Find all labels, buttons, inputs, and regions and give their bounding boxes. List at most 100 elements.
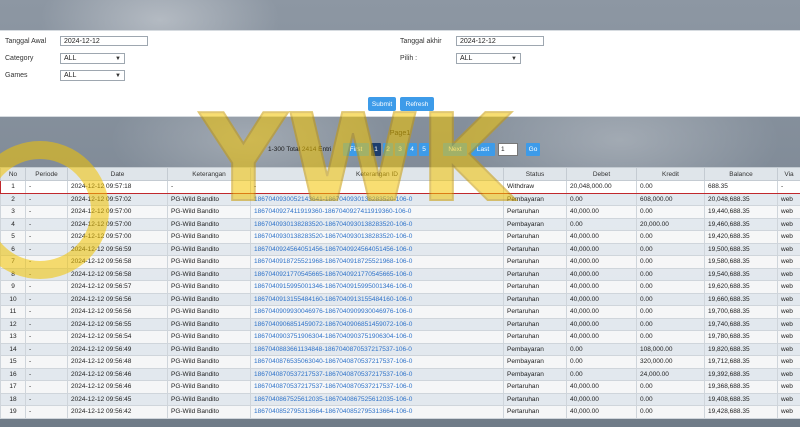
cell-keterangan-id[interactable]: 1867040924564051456-1867040924564051456-… [250,242,504,256]
cell-keterangan-id[interactable]: 1867040867525612035-1867040867525612035-… [250,392,504,406]
cell-keterangan: PG-Wild Bandito [167,205,251,219]
cell-kredit: 0.00 [636,280,705,294]
table-row[interactable]: 19-2024-12-12 09:56:42 PG-Wild Bandito 186… [0,405,800,419]
header-keterangan[interactable]: Keterangan [167,167,251,181]
cell-via: web [777,217,800,231]
cell-periode: - [25,217,68,231]
cell-keterangan-id[interactable]: 1867040915995001346-1867040915995001346-… [250,280,504,294]
table-row[interactable]: 5-2024-12-12 09:57:00 PG-Wild Bandito 1867… [0,230,800,244]
header-date[interactable]: Date [67,167,168,181]
first-page-button[interactable]: First [343,143,369,156]
page-number-input[interactable]: 1 [498,143,518,156]
table-row[interactable]: 18-2024-12-12 09:56:45 PG-Wild Bandito 186… [0,392,800,406]
chevron-down-icon: ▼ [511,56,517,62]
cell-kredit: 20,000.00 [636,217,705,231]
table-row[interactable]: 11-2024-12-12 09:56:56 PG-Wild Bandito 186… [0,305,800,319]
header-keterangan-id[interactable]: Keterangan ID [250,167,504,181]
cell-keterangan-id[interactable]: 1867040930138283520-1867040930138283520-… [250,230,504,244]
cell-date: 2024-12-12 09:57:18 [67,180,168,194]
cell-status: Pertaruhan [503,267,567,281]
filter-panel: Tanggal Awal 2024-12-12 Tanggal akhir 20… [0,30,800,117]
entries-info: 1-300 Total 2414 Entri [268,146,332,153]
table-row[interactable]: 17-2024-12-12 09:56:46 PG-Wild Bandito 186… [0,380,800,394]
header-periode[interactable]: Periode [25,167,68,181]
header-no[interactable]: No [0,167,26,181]
cell-debet: 40,000.00 [566,267,637,281]
cell-keterangan-id[interactable]: 1867040903751906304-1867040903751906304-… [250,330,504,344]
cell-periode: - [25,230,68,244]
page-button-1[interactable]: 1 [371,143,381,156]
tanggal-awal-label: Tanggal Awal [5,38,47,45]
cell-periode: - [25,242,68,256]
table-row[interactable]: 16-2024-12-12 09:56:46 PG-Wild Bandito 186… [0,367,800,381]
cell-via: web [777,330,800,344]
cell-keterangan-id[interactable]: 1867040906851459072-1867040906851459072-… [250,317,504,331]
category-selected-value: ALL [64,55,77,62]
next-page-button[interactable]: Next [443,143,467,156]
games-select[interactable]: ALL ▼ [60,70,125,81]
page-button-3[interactable]: 3 [395,143,405,156]
cell-no: 6 [0,242,26,256]
table-row[interactable]: 10-2024-12-12 09:56:56 PG-Wild Bandito 186… [0,292,800,306]
cell-no: 11 [0,305,26,319]
table-row[interactable]: 8-2024-12-12 09:56:58 PG-Wild Bandito 1867… [0,267,800,281]
cell-balance: 19,408,688.35 [704,392,778,406]
cell-balance: 19,420,688.35 [704,230,778,244]
cell-no: 16 [0,367,26,381]
cell-keterangan-id[interactable]: 1867040913155484160-1867040913155484160-… [250,292,504,306]
page-button-4[interactable]: 4 [407,143,417,156]
cell-keterangan-id[interactable]: 1867040876535063040-1867040870537217537-… [250,355,504,369]
go-button[interactable]: Go [526,143,540,156]
table-row[interactable]: 2-2024-12-12 09:57:02 PG-Wild Bandito 1867… [0,192,800,206]
pilih-select[interactable]: ALL ▼ [456,53,521,64]
cell-keterangan-id[interactable]: 1867040870537217537-1867040870537217537-… [250,380,504,394]
cell-date: 2024-12-12 09:56:58 [67,267,168,281]
chevron-down-icon: ▼ [115,56,121,62]
table-row[interactable]: 14-2024-12-12 09:56:49 PG-Wild Bandito 186… [0,342,800,356]
submit-button[interactable]: Submit [368,97,396,111]
category-select[interactable]: ALL ▼ [60,53,125,64]
header-kredit[interactable]: Kredit [636,167,705,181]
header-balance[interactable]: Balance [704,167,778,181]
refresh-button[interactable]: Refresh [400,97,434,111]
cell-keterangan-id[interactable]: 1867040930138283520-1867040930138283520-… [250,217,504,231]
cell-keterangan-id[interactable]: 1867040927411919360-1867040927411919360-… [250,205,504,219]
cell-keterangan-id[interactable]: 1867040918725521968-1867040918725521968-… [250,255,504,269]
table-row[interactable]: 15-2024-12-12 09:56:48 PG-Wild Bandito 186… [0,355,800,369]
cell-no: 10 [0,292,26,306]
cell-debet: 0.00 [566,355,637,369]
cell-no: 15 [0,355,26,369]
cell-via: web [777,280,800,294]
cell-keterangan-id[interactable]: 1867040852795313664-1867040852795313664-… [250,405,504,419]
cell-periode: - [25,392,68,406]
table-row[interactable]: 12-2024-12-12 09:56:55 PG-Wild Bandito 186… [0,317,800,331]
cell-keterangan-id[interactable]: 1867040921770545665-1867040921770545665-… [250,267,504,281]
cell-no: 8 [0,267,26,281]
table-row[interactable]: 3-2024-12-12 09:57:00 PG-Wild Bandito 1867… [0,205,800,219]
last-page-button[interactable]: Last [471,143,495,156]
header-status[interactable]: Status [503,167,567,181]
cell-date: 2024-12-12 09:56:56 [67,305,168,319]
cell-via: web [777,367,800,381]
table-row[interactable]: 13-2024-12-12 09:56:54 PG-Wild Bandito 186… [0,330,800,344]
table-row[interactable]: 7-2024-12-12 09:56:58 PG-Wild Bandito 1867… [0,255,800,269]
table-row[interactable]: 6-2024-12-12 09:56:59 PG-Wild Bandito 1867… [0,242,800,256]
table-row[interactable]: 1-2024-12-12 09:57:18- - Withdraw 20,048,00… [0,180,800,194]
header-via[interactable]: Via [777,167,800,181]
cell-balance: 19,712,688.35 [704,355,778,369]
cell-keterangan-id[interactable]: 1867040909930046976-1867040909930046976-… [250,305,504,319]
page-button-2[interactable]: 2 [383,143,393,156]
table-row[interactable]: 9-2024-12-12 09:56:57 PG-Wild Bandito 1867… [0,280,800,294]
tanggal-awal-input[interactable]: 2024-12-12 [60,36,148,46]
cell-via: web [777,242,800,256]
cell-debet: 0.00 [566,342,637,356]
tanggal-akhir-input[interactable]: 2024-12-12 [456,36,544,46]
table-row[interactable]: 4-2024-12-12 09:57:00 PG-Wild Bandito 1867… [0,217,800,231]
cell-keterangan-id[interactable]: 1867040870537217537-1867040870537217537-… [250,367,504,381]
cell-keterangan: PG-Wild Bandito [167,192,251,206]
header-debet[interactable]: Debet [566,167,637,181]
cell-keterangan: PG-Wild Bandito [167,380,251,394]
page-button-5[interactable]: 5 [419,143,429,156]
cell-keterangan-id[interactable]: 1867040930052143641-1867040930138283520-… [250,192,504,206]
cell-keterangan-id[interactable]: 1867040883661134848-1867040870537217537-… [250,342,504,356]
